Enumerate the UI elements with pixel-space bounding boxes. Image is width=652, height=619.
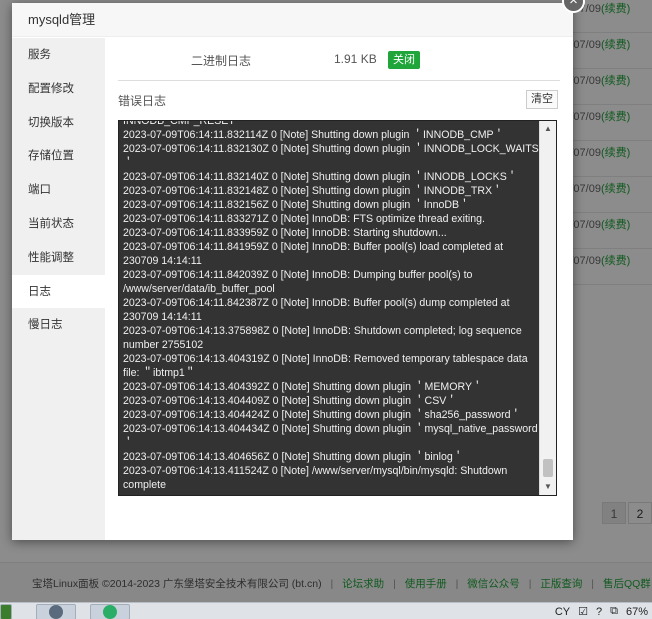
sidebar-item-8[interactable]: 日志 (12, 274, 105, 309)
sidebar-item-6[interactable]: 当前状态 (12, 207, 105, 241)
taskbar: CY ☑ ? ⧉ 67% (0, 602, 652, 619)
sidebar-item-3[interactable]: 切换版本 (12, 106, 105, 140)
mysqld-manager-dialog: mysqld管理 × 服务 配置修改 切换版本 存储位置 端口 当前状态 性能调整 日志 慢日志… (12, 0, 585, 540)
sidebar-item-7[interactable]: 性能调整 (12, 241, 105, 275)
sidebar-item-5[interactable]: 端口 (12, 173, 105, 207)
tray-window-icon[interactable]: ⧉ (610, 605, 618, 618)
tray-check-icon[interactable]: ☑ (578, 605, 588, 618)
dialog-title: mysqld管理 (12, 3, 573, 37)
taskbar-app-wechat[interactable] (90, 604, 130, 619)
scroll-up-icon[interactable]: ▲ (540, 121, 556, 137)
tray-ime-icon[interactable]: CY (555, 606, 570, 618)
errorlog-text: INNODB_CMP_RESET 2023-07-09T06:14:11.832… (123, 120, 539, 491)
binlog-size: 1.91 KB (334, 52, 377, 66)
sidebar-item-9[interactable]: 慢日志 (12, 308, 105, 342)
errorlog-header: 错误日志 清空 (118, 81, 560, 119)
clear-log-button[interactable]: 清空 (526, 90, 558, 109)
taskbar-app-browser[interactable] (36, 604, 76, 619)
scroll-down-icon[interactable]: ▼ (540, 479, 556, 495)
binlog-toggle-button[interactable]: 关闭 (388, 51, 420, 69)
tray-help-icon[interactable]: ? (596, 606, 602, 618)
start-button[interactable] (0, 604, 12, 619)
browser-icon (49, 605, 63, 619)
binlog-row: 二进制日志 1.91 KB 关闭 (118, 38, 560, 81)
log-scrollbar[interactable]: ▲ ▼ (539, 121, 556, 495)
binlog-label: 二进制日志 (191, 54, 252, 68)
system-tray: CY ☑ ? ⧉ 67% (555, 603, 648, 619)
sidebar-item-1[interactable]: 服务 (12, 38, 105, 72)
errorlog-title: 错误日志 (118, 94, 167, 108)
sidebar-item-4[interactable]: 存储位置 (12, 139, 105, 173)
sidebar-item-2[interactable]: 配置修改 (12, 72, 105, 106)
errorlog-viewer[interactable]: INNODB_CMP_RESET 2023-07-09T06:14:11.832… (118, 120, 557, 496)
tray-zoom-level: 67% (625, 605, 648, 618)
wechat-icon (103, 605, 117, 619)
dialog-sidebar: 服务 配置修改 切换版本 存储位置 端口 当前状态 性能调整 日志 慢日志 (12, 38, 105, 540)
scroll-thumb[interactable] (543, 459, 553, 477)
